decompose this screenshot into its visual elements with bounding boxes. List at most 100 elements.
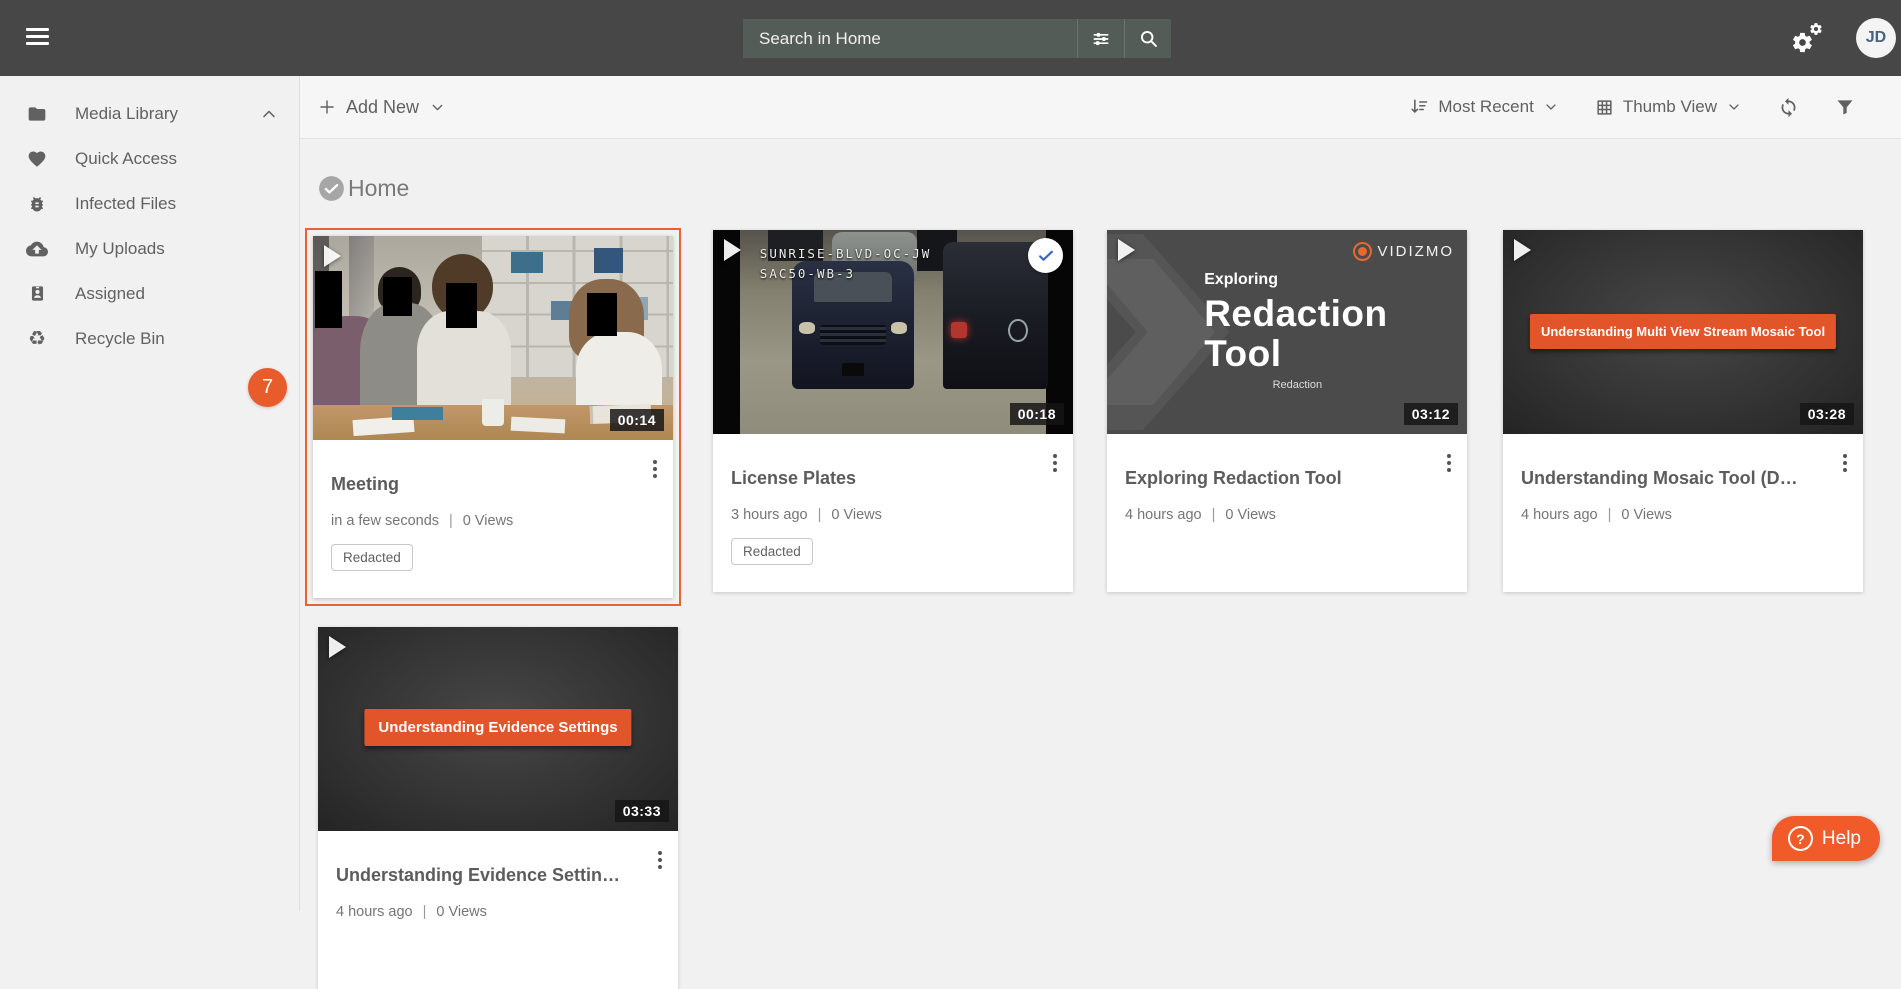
chevron-graphic [1107, 259, 1215, 406]
kebab-menu-icon[interactable] [1050, 451, 1060, 475]
refresh-button[interactable] [1778, 97, 1799, 118]
video-thumbnail[interactable]: SUNRISE-BLVD-OC-JW SAC50-WB-3 00:18 [713, 230, 1073, 434]
card-time: in a few seconds [331, 513, 439, 529]
hamburger-menu-icon[interactable] [26, 28, 49, 49]
check-circle-icon[interactable] [318, 175, 345, 202]
card-views: 0 Views [436, 904, 487, 920]
card-views: 0 Views [1621, 507, 1672, 523]
plus-icon [318, 98, 336, 116]
selected-check-icon[interactable] [1028, 238, 1063, 273]
slide-title: Exploring Redaction Tool [1204, 271, 1387, 375]
card-footer: Understanding Evidence Settin… 4 hours a… [318, 831, 678, 989]
card-title[interactable]: Understanding Mosaic Tool (D… [1521, 468, 1826, 489]
add-new-button[interactable]: Add New [318, 97, 446, 118]
card-time: 4 hours ago [1521, 507, 1598, 523]
sort-icon [1409, 97, 1429, 117]
play-icon[interactable] [1514, 239, 1531, 261]
sidebar-item-my-uploads[interactable]: My Uploads [0, 226, 299, 271]
sidebar-item-infected-files[interactable]: Infected Files [0, 181, 299, 226]
redaction-box [587, 293, 618, 336]
media-card-evidence-settings: Understanding Evidence Settings 03:33 Un… [318, 627, 678, 989]
card-footer: License Plates 3 hours ago | 0 Views Red… [713, 434, 1073, 592]
card-time: 4 hours ago [336, 904, 413, 920]
bug-icon [26, 193, 48, 215]
card-views: 0 Views [831, 507, 882, 523]
sidebar-item-label: Recycle Bin [75, 329, 279, 349]
sidebar-item-quick-access[interactable]: Quick Access [0, 136, 299, 181]
sort-dropdown[interactable]: Most Recent [1409, 97, 1558, 117]
sync-icon [1778, 97, 1799, 118]
tune-icon [1091, 29, 1111, 49]
card-footer: Exploring Redaction Tool 4 hours ago | 0… [1107, 434, 1467, 592]
help-button[interactable]: ? Help [1772, 816, 1880, 861]
filter-button[interactable] [1835, 97, 1855, 117]
sidebar-item-label: Infected Files [75, 194, 279, 214]
card-title[interactable]: Understanding Evidence Settin… [336, 865, 641, 886]
card-time: 3 hours ago [731, 507, 808, 523]
kebab-menu-icon[interactable] [1444, 451, 1454, 475]
sidebar-item-label: Assigned [75, 284, 279, 304]
redacted-tag: Redacted [331, 544, 413, 571]
video-thumbnail[interactable]: 00:14 [313, 236, 673, 440]
sidebar: Media Library Quick Access Infected File… [0, 76, 300, 911]
breadcrumb: Home [318, 175, 409, 202]
selected-card-outline: 00:14 Meeting in a few seconds | 0 Views… [305, 228, 681, 606]
search-bar [743, 19, 1171, 58]
help-label: Help [1822, 828, 1861, 850]
selection-count-badge: 7 [248, 368, 287, 407]
duration-badge: 03:12 [1404, 403, 1458, 425]
avatar[interactable]: JD [1856, 18, 1896, 58]
avatar-initials: JD [1866, 29, 1886, 47]
kebab-menu-icon[interactable] [650, 457, 660, 481]
card-views: 0 Views [463, 513, 514, 529]
redaction-box [315, 271, 342, 328]
chevron-down-icon [1543, 99, 1559, 115]
kebab-menu-icon[interactable] [1840, 451, 1850, 475]
slide-caption: Redaction [1273, 379, 1323, 391]
redaction-box [446, 283, 477, 328]
vidizmo-logo: VIDIZMO [1353, 242, 1455, 261]
chevron-up-icon[interactable] [259, 104, 279, 124]
sort-label: Most Recent [1438, 97, 1533, 117]
play-icon[interactable] [724, 239, 741, 261]
card-meta: 4 hours ago | 0 Views [336, 904, 660, 920]
sidebar-item-assigned[interactable]: Assigned [0, 271, 299, 316]
card-meta: in a few seconds | 0 Views [331, 513, 655, 529]
sidebar-item-media-library[interactable]: Media Library [0, 91, 299, 136]
card-title[interactable]: Exploring Redaction Tool [1125, 468, 1430, 489]
heart-icon [26, 148, 48, 170]
id-badge-icon [26, 283, 48, 305]
kebab-menu-icon[interactable] [655, 848, 665, 872]
card-title[interactable]: License Plates [731, 468, 1036, 489]
search-submit-button[interactable] [1124, 19, 1171, 58]
question-mark-icon: ? [1788, 826, 1813, 851]
card-title[interactable]: Meeting [331, 474, 636, 495]
sidebar-item-label: Media Library [75, 104, 259, 124]
media-card-license-plates: SUNRISE-BLVD-OC-JW SAC50-WB-3 00:18 Lice… [713, 230, 1073, 592]
video-thumbnail[interactable]: VIDIZMO Exploring Redaction Tool Redacti… [1107, 230, 1467, 434]
redaction-box [383, 277, 412, 316]
redacted-tag: Redacted [731, 538, 813, 565]
sidebar-item-recycle-bin[interactable]: ♻ Recycle Bin [0, 316, 299, 361]
duration-badge: 00:14 [610, 409, 664, 431]
media-card-redaction-tool: VIDIZMO Exploring Redaction Tool Redacti… [1107, 230, 1467, 592]
duration-badge: 03:33 [615, 800, 669, 822]
add-new-label: Add New [346, 97, 419, 118]
play-icon[interactable] [324, 245, 341, 267]
view-dropdown[interactable]: Thumb View [1595, 97, 1742, 117]
card-footer: Understanding Mosaic Tool (D… 4 hours ag… [1503, 434, 1863, 592]
search-filter-button[interactable] [1077, 19, 1124, 58]
settings-button[interactable] [1791, 22, 1823, 54]
card-meta: 3 hours ago | 0 Views [731, 507, 1055, 523]
grid-view-icon [1595, 98, 1614, 117]
search-input[interactable] [743, 19, 1077, 58]
cloud-upload-icon [26, 238, 48, 260]
play-icon[interactable] [329, 636, 346, 658]
view-label: Thumb View [1623, 97, 1717, 117]
media-card-mosaic-tool: Understanding Multi View Stream Mosaic T… [1503, 230, 1863, 592]
video-thumbnail[interactable]: Understanding Evidence Settings 03:33 [318, 627, 678, 831]
page-title: Home [348, 175, 409, 202]
duration-badge: 00:18 [1010, 403, 1064, 425]
video-thumbnail[interactable]: Understanding Multi View Stream Mosaic T… [1503, 230, 1863, 434]
play-icon[interactable] [1118, 239, 1135, 261]
